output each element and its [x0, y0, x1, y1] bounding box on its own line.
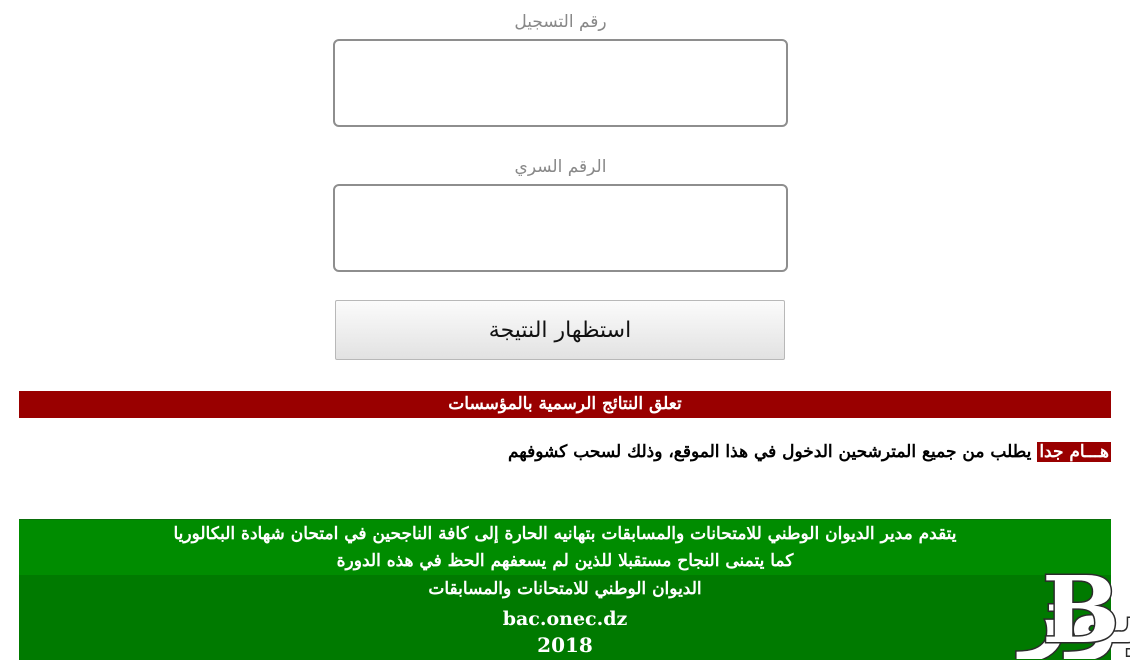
congrats-signature: الديوان الوطني للامتحانات والمسابقات	[428, 579, 702, 599]
important-notice: هـــام جدا يطلب من جميع المترشحين الدخول…	[508, 442, 1111, 462]
notice-text: يطلب من جميع المترشحين الدخول في هذا الم…	[507, 442, 1038, 462]
congratulations-box: يتقدم مدير الديوان الوطني للامتحانات وال…	[19, 519, 1111, 660]
congrats-line-1: يتقدم مدير الديوان الوطني للامتحانات وال…	[173, 524, 957, 544]
exam-year: 2018	[537, 633, 593, 657]
password-input[interactable]	[333, 184, 788, 272]
site-address: bac.onec.dz	[502, 608, 628, 630]
important-badge: هـــام جدا	[1037, 442, 1111, 462]
congrats-line-2: كما يتمنى النجاح مستقبلا للذين لم يسعفهم…	[336, 551, 794, 571]
show-result-button[interactable]: استظهار النتيجة	[335, 300, 785, 360]
registration-number-input[interactable]	[333, 39, 788, 127]
password-label: الرقم السري	[514, 157, 607, 177]
results-posted-banner: تعلق النتائج الرسمية بالمؤسسات	[19, 391, 1111, 418]
registration-label: رقم التسجيل	[514, 12, 607, 32]
